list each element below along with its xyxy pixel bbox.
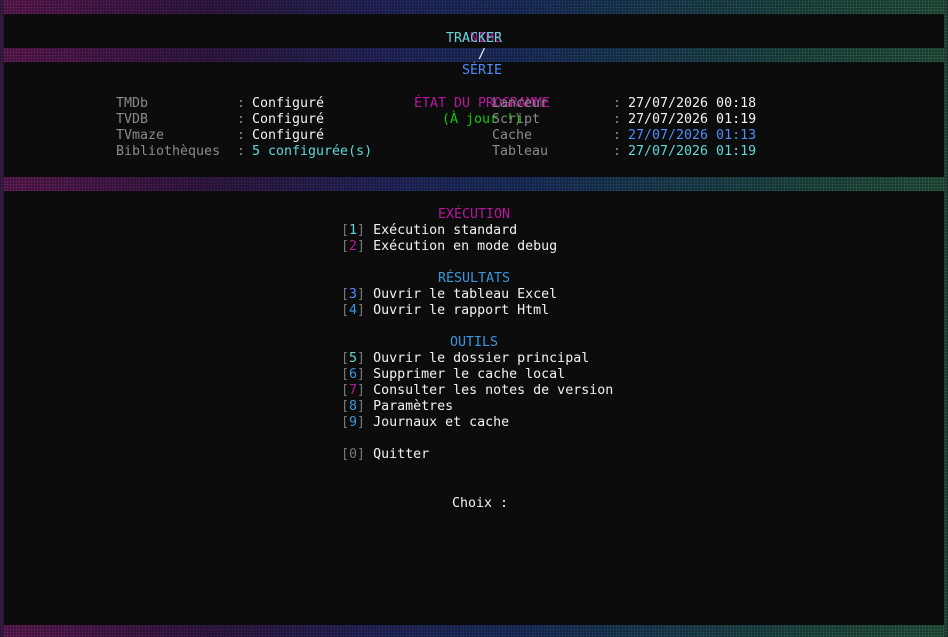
status-row-right: Tableau:27/07/2026 01:19 bbox=[492, 144, 756, 160]
bracket-open: [ bbox=[341, 351, 350, 366]
menu-key: 8 bbox=[349, 399, 358, 414]
status-value: Configuré bbox=[252, 96, 325, 111]
menu-item-3[interactable]: [3] Ouvrir le tableau Excel bbox=[341, 287, 557, 303]
menu-label: Quitter bbox=[373, 447, 430, 462]
choice-label: Choix : bbox=[452, 496, 509, 511]
menu-item-0[interactable]: [0] Quitter bbox=[341, 447, 429, 463]
bracket-close: ] bbox=[357, 239, 366, 254]
status-label: Lanceur bbox=[492, 96, 549, 111]
status-row-right: Script:27/07/2026 01:19 bbox=[492, 112, 756, 128]
bracket-close: ] bbox=[357, 447, 366, 462]
status-sep: : bbox=[237, 112, 246, 127]
menu-label: Paramètres bbox=[373, 399, 454, 414]
status-value: Configuré bbox=[252, 112, 325, 127]
menu-key: 3 bbox=[349, 287, 358, 302]
menu-key: 1 bbox=[349, 223, 358, 238]
bracket-close: ] bbox=[357, 415, 366, 430]
menu-label: Supprimer le cache local bbox=[373, 367, 566, 382]
status-sep: : bbox=[237, 144, 246, 159]
status-label: TVmaze bbox=[116, 128, 165, 143]
status-row-right: Cache:27/07/2026 01:13 bbox=[492, 128, 756, 144]
menu-item-7[interactable]: [7] Consulter les notes de version bbox=[341, 383, 613, 399]
menu-key: 5 bbox=[349, 351, 358, 366]
bracket-open: [ bbox=[341, 367, 350, 382]
menu-label: Ouvrir le tableau Excel bbox=[373, 287, 558, 302]
menu-item-6[interactable]: [6] Supprimer le cache local bbox=[341, 367, 565, 383]
app-subtitle: TRACKER bbox=[445, 31, 503, 46]
status-value: 27/07/2026 00:18 bbox=[628, 96, 757, 111]
status-row-left: Bibliothèques:5 configurée(s) bbox=[116, 144, 372, 160]
execution-section-title: EXÉCUTION bbox=[437, 207, 511, 222]
menu-item-4[interactable]: [4] Ouvrir le rapport Html bbox=[341, 303, 549, 319]
bottom-border-band bbox=[0, 625, 948, 637]
bracket-close: ] bbox=[357, 287, 366, 302]
menu-label: Ouvrir le dossier principal bbox=[373, 351, 590, 366]
tools-section-title: OUTILS bbox=[449, 335, 499, 350]
bracket-close: ] bbox=[357, 383, 366, 398]
app-title: ANIME / SÉRIE bbox=[0, 15, 948, 78]
menu-key: 2 bbox=[349, 239, 358, 254]
menu-item-1[interactable]: [1] Exécution standard bbox=[341, 223, 517, 239]
bracket-close: ] bbox=[357, 351, 366, 366]
top-border-band bbox=[0, 0, 948, 14]
status-row-left: TVmaze: Configuré bbox=[116, 128, 324, 144]
menu-label: Journaux et cache bbox=[373, 415, 510, 430]
menu-label: Exécution standard bbox=[373, 223, 518, 238]
bracket-open: [ bbox=[341, 415, 350, 430]
menu-key: 4 bbox=[349, 303, 358, 318]
status-sep: : bbox=[613, 128, 622, 143]
choice-prompt[interactable]: Choix : bbox=[436, 480, 516, 511]
bracket-close: ] bbox=[357, 303, 366, 318]
status-sep: : bbox=[613, 144, 622, 159]
bracket-open: [ bbox=[341, 239, 350, 254]
status-row-left: TVDB: Configuré bbox=[116, 112, 324, 128]
bracket-close: ] bbox=[357, 367, 366, 382]
status-value: 27/07/2026 01:19 bbox=[628, 144, 757, 159]
status-label: TMDb bbox=[116, 96, 149, 111]
status-sep: : bbox=[613, 112, 622, 127]
bracket-open: [ bbox=[341, 287, 350, 302]
status-label: Cache bbox=[492, 128, 533, 143]
menu-item-9[interactable]: [9] Journaux et cache bbox=[341, 415, 509, 431]
status-label: Script bbox=[492, 112, 541, 127]
status-label: Tableau bbox=[492, 144, 549, 159]
status-row-left: TMDb: Configuré bbox=[116, 96, 324, 112]
menu-key: 0 bbox=[349, 447, 358, 462]
menu-item-2[interactable]: [2] Exécution en mode debug bbox=[341, 239, 557, 255]
menu-key: 6 bbox=[349, 367, 358, 382]
results-section-title: RÉSULTATS bbox=[437, 271, 511, 286]
menu-label: Exécution en mode debug bbox=[373, 239, 558, 254]
menu-item-8[interactable]: [8] Paramètres bbox=[341, 399, 453, 415]
status-row-right: Lanceur:27/07/2026 00:18 bbox=[492, 96, 756, 112]
bracket-open: [ bbox=[341, 223, 350, 238]
bracket-close: ] bbox=[357, 399, 366, 414]
bracket-open: [ bbox=[341, 383, 350, 398]
menu-key: 7 bbox=[349, 383, 358, 398]
bracket-open: [ bbox=[341, 399, 350, 414]
menu-item-5[interactable]: [5] Ouvrir le dossier principal bbox=[341, 351, 589, 367]
status-title: ÉTAT DU PROGRAMME (À jour !) bbox=[0, 80, 948, 127]
status-value: 27/07/2026 01:19 bbox=[628, 112, 757, 127]
status-label: TVDB bbox=[116, 112, 149, 127]
status-value: 27/07/2026 01:13 bbox=[628, 128, 757, 143]
menu-label: Ouvrir le rapport Html bbox=[373, 303, 550, 318]
status-bottom-band bbox=[0, 177, 948, 191]
status-sep: : bbox=[237, 128, 246, 143]
status-value: 5 configurée(s) bbox=[252, 144, 373, 159]
bracket-open: [ bbox=[341, 447, 350, 462]
status-value: Configuré bbox=[252, 128, 325, 143]
menu-label: Consulter les notes de version bbox=[373, 383, 614, 398]
bracket-open: [ bbox=[341, 303, 350, 318]
text-cursor bbox=[508, 496, 516, 511]
status-sep: : bbox=[237, 96, 246, 111]
menu-key: 9 bbox=[349, 415, 358, 430]
status-sep: : bbox=[613, 96, 622, 111]
title-serie: SÉRIE bbox=[461, 63, 503, 78]
status-label: Bibliothèques bbox=[116, 144, 221, 159]
title-slash: / bbox=[478, 47, 487, 62]
bracket-close: ] bbox=[357, 223, 366, 238]
